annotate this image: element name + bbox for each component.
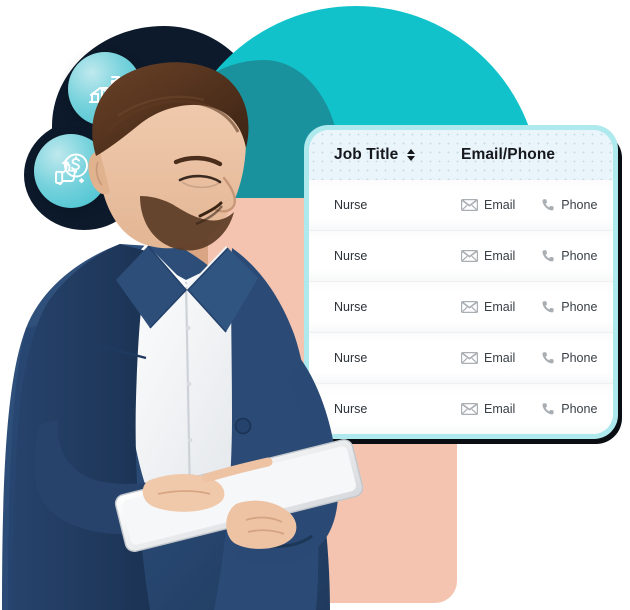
phone-handset-icon [541,249,555,263]
email-link-label: Email [484,300,516,314]
cell-job-title: Nurse [334,300,368,314]
email-link-label: Email [484,402,516,416]
email-link-label: Email [484,249,516,263]
phone-link[interactable]: Phone [541,249,597,263]
cell-contact: Email Phone [455,198,613,212]
email-link-label: Email [484,198,516,212]
column-header-email-phone: Email/Phone [455,146,613,164]
envelope-icon [461,403,478,415]
bar-chart-growth-icon [83,67,127,111]
table-row[interactable]: Nurse Email Phone [309,231,613,282]
phone-handset-icon [541,300,555,314]
table-body: Nurse Email Phone Nurse Email Phone Nurs… [309,180,613,434]
table-header-row: Job Title Email/Phone [309,130,613,180]
column-header-email-phone-label: Email/Phone [461,146,556,163]
cell-contact: Email Phone [455,300,613,314]
phone-handset-icon [541,351,555,365]
cell-contact: Email Phone [455,402,613,416]
thumbs-up-dollar-icon [48,148,94,194]
contact-table-card: Job Title Email/Phone Nurse Email Phone … [304,125,618,439]
contact-table: Job Title Email/Phone Nurse Email Phone … [309,130,613,434]
cell-job-title: Nurse [334,402,368,416]
growth-chart-badge [68,52,142,126]
phone-link[interactable]: Phone [541,198,597,212]
table-row[interactable]: Nurse Email Phone [309,333,613,384]
money-thumbs-up-badge [34,134,108,208]
cell-contact: Email Phone [455,249,613,263]
table-row[interactable]: Nurse Email Phone [309,282,613,333]
envelope-icon [461,250,478,262]
envelope-icon [461,199,478,211]
screenshot-stage: Job Title Email/Phone Nurse Email Phone … [0,0,630,610]
phone-link-label: Phone [561,351,598,365]
email-link-label: Email [484,351,516,365]
table-row[interactable]: Nurse Email Phone [309,384,613,434]
phone-link-label: Phone [561,402,598,416]
cell-job-title: Nurse [334,351,368,365]
phone-link-label: Phone [561,198,598,212]
cell-contact: Email Phone [455,351,613,365]
table-row[interactable]: Nurse Email Phone [309,180,613,231]
phone-link[interactable]: Phone [541,351,597,365]
phone-link[interactable]: Phone [541,300,597,314]
cell-job-title: Nurse [334,198,368,212]
envelope-icon [461,301,478,313]
sort-arrows-icon[interactable] [407,149,416,161]
column-header-job-title-label: Job Title [334,146,399,163]
phone-handset-icon [541,402,555,416]
phone-link[interactable]: Phone [541,402,597,416]
email-link[interactable]: Email [461,249,515,263]
phone-handset-icon [541,198,555,212]
email-link[interactable]: Email [461,198,515,212]
phone-link-label: Phone [561,300,598,314]
phone-link-label: Phone [561,249,598,263]
cell-job-title: Nurse [334,249,368,263]
column-header-job-title[interactable]: Job Title [309,146,455,164]
email-link[interactable]: Email [461,402,515,416]
email-link[interactable]: Email [461,300,515,314]
envelope-icon [461,352,478,364]
email-link[interactable]: Email [461,351,515,365]
